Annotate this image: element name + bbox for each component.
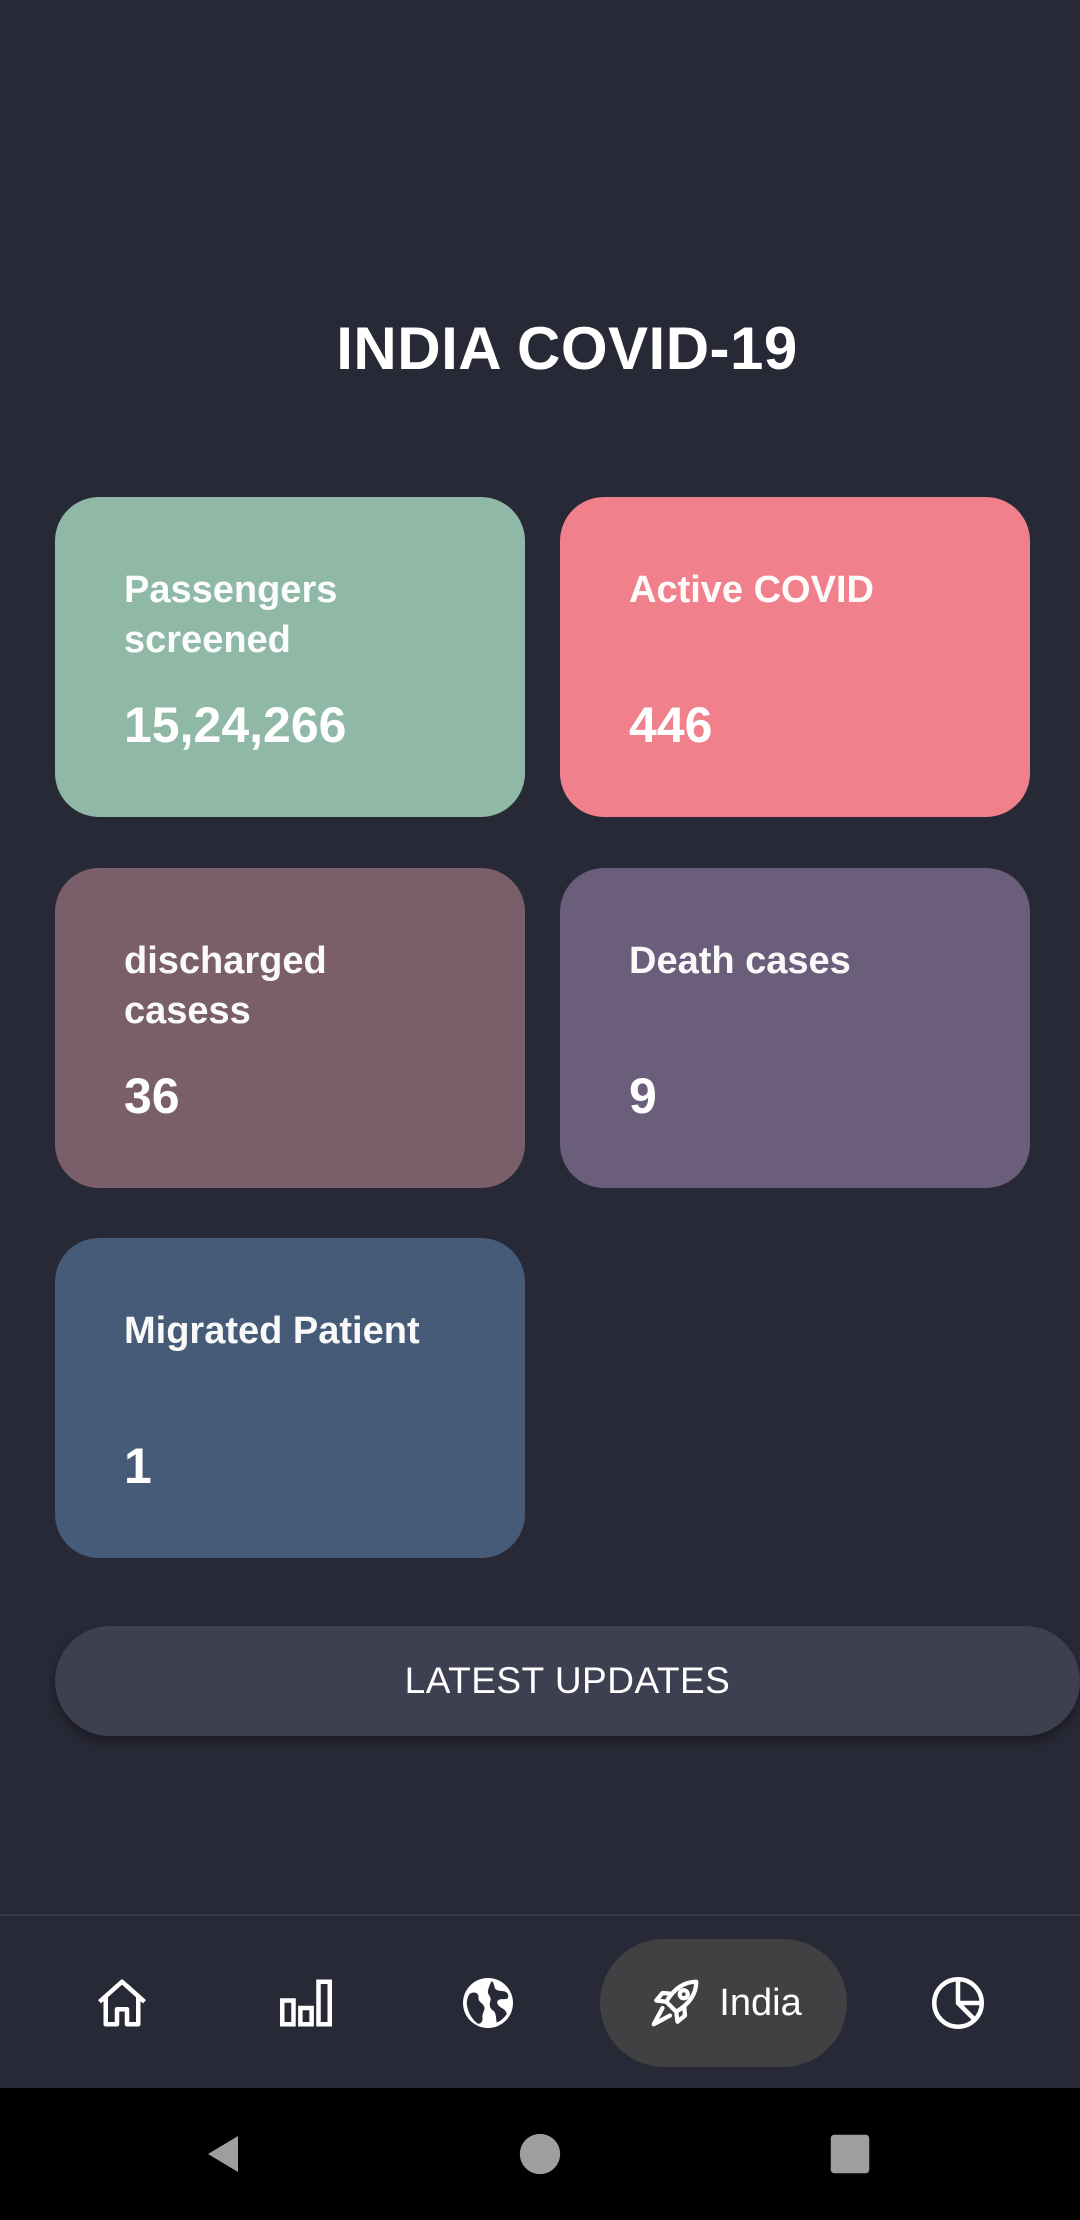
home-circle-icon — [519, 2133, 561, 2175]
stat-label: Passengers screened — [124, 569, 338, 661]
stat-value: 1 — [124, 1438, 152, 1494]
system-recents-button[interactable] — [820, 2088, 880, 2220]
stat-value: 15,24,266 — [124, 697, 347, 753]
stat-value: 446 — [629, 697, 713, 753]
system-home-button[interactable] — [510, 2088, 570, 2220]
globe-icon — [463, 1978, 513, 2028]
system-back-button[interactable] — [196, 2088, 256, 2220]
nav-stats-button[interactable] — [256, 1916, 356, 2090]
bottom-navigation: India — [0, 1914, 1080, 2090]
latest-updates-button[interactable]: LATEST UPDATES — [55, 1626, 1080, 1736]
recents-icon — [830, 2134, 870, 2174]
stat-label: Active COVID — [629, 569, 874, 611]
rocket-icon — [651, 1979, 699, 2027]
stat-card-migrated-patient: Migrated Patient 1 — [55, 1238, 525, 1558]
page-title: INDIA COVID-19 — [336, 315, 798, 382]
nav-global-button[interactable] — [438, 1916, 538, 2090]
stat-label: Death cases — [629, 940, 851, 982]
screen: INDIA COVID-19 Passengers screened 15,24… — [0, 0, 1080, 2220]
system-navigation-bar — [0, 2088, 1080, 2220]
nav-india-button[interactable]: India — [600, 1939, 847, 2067]
stat-value: 9 — [629, 1068, 657, 1124]
bar-chart-icon — [280, 1979, 332, 2027]
stat-card-discharged-cases: discharged casess 36 — [55, 868, 525, 1188]
nav-home-button[interactable] — [72, 1916, 172, 2090]
stat-label: Migrated Patient — [124, 1310, 420, 1352]
nav-india-label: India — [719, 1981, 802, 2024]
back-icon — [208, 2136, 238, 2172]
stat-card-passengers-screened: Passengers screened 15,24,266 — [55, 497, 525, 817]
nav-pie-chart-button[interactable] — [908, 1916, 1008, 2090]
stat-value: 36 — [124, 1068, 180, 1124]
home-icon — [98, 1979, 146, 2027]
stat-card-death-cases: Death cases 9 — [560, 868, 1030, 1188]
stat-card-active-covid: Active COVID 446 — [560, 497, 1030, 817]
stat-label: discharged casess — [124, 940, 327, 1032]
pie-chart-icon — [932, 1977, 984, 2029]
